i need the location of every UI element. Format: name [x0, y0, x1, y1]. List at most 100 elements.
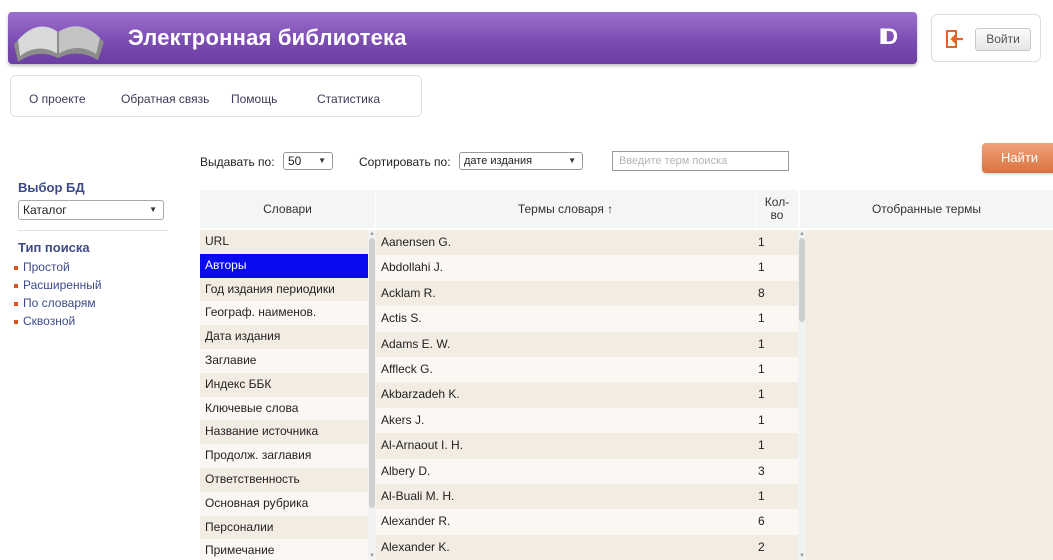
term-name: Akers J.	[381, 412, 425, 427]
sidebar-divider	[18, 230, 168, 231]
term-name: Al-Arnaout I. H.	[381, 438, 464, 453]
header-banner: Электронная библиотека ID	[8, 12, 917, 64]
header-selected-terms: Отобранные термы	[800, 190, 1053, 228]
term-row[interactable]: Alexander R. 6	[376, 509, 798, 535]
scroll-up-icon[interactable]: ▲	[369, 231, 375, 237]
sort-value: дате издания	[464, 155, 533, 167]
term-count: 1	[758, 311, 765, 326]
dictionary-item[interactable]: Основная рубрика	[200, 491, 372, 516]
term-count: 6	[758, 514, 765, 529]
term-row[interactable]: Actis S. 1	[376, 306, 798, 332]
term-count: 2	[758, 539, 765, 554]
scroll-down-icon[interactable]: ▼	[799, 553, 805, 559]
db-select-value: Каталог	[23, 203, 67, 217]
term-row[interactable]: Adams E. W. 1	[376, 331, 798, 357]
bullet-icon	[14, 283, 18, 288]
per-page-select[interactable]: 50 ▼	[283, 152, 333, 170]
brand-logo-icon[interactable]: ID	[879, 24, 898, 50]
dictionary-item[interactable]: Название источника	[200, 420, 372, 445]
nav-item-about[interactable]: О проекте	[29, 92, 86, 106]
per-page-label: Выдавать по:	[200, 155, 275, 169]
term-row[interactable]: Acklam R. 8	[376, 280, 798, 307]
term-row[interactable]: Aanensen G. 1	[376, 230, 798, 256]
scroll-thumb[interactable]	[799, 238, 805, 322]
search-type-simple[interactable]: Простой	[14, 260, 70, 274]
term-count: 1	[758, 387, 765, 402]
login-panel: Войти	[931, 14, 1041, 62]
db-heading: Выбор БД	[18, 180, 85, 195]
nav-item-feedback[interactable]: Обратная связь	[121, 92, 209, 106]
term-count: 1	[758, 488, 765, 503]
header-terms[interactable]: Термы словаря ↑	[376, 190, 755, 228]
dictionary-scrollbar[interactable]: ▲ ▼	[368, 230, 376, 560]
term-row[interactable]: Akbarzadeh K. 1	[376, 382, 798, 408]
bullet-icon	[14, 301, 18, 306]
top-nav: О проекте Обратная связь Помощь Статисти…	[10, 75, 422, 117]
search-input[interactable]: Введите терм поиска	[612, 151, 789, 171]
term-name: Acklam R.	[381, 285, 436, 300]
chevron-down-icon: ▼	[568, 156, 576, 165]
term-row[interactable]: Abdollahi J. 1	[376, 255, 798, 281]
term-count: 1	[758, 336, 765, 351]
dictionary-item[interactable]: Авторы	[200, 253, 372, 278]
dictionary-item[interactable]: Индекс ББК	[200, 372, 372, 397]
term-row[interactable]: Al-Buali M. H. 1	[376, 483, 798, 510]
page: Электронная библиотека ID Войти О проект…	[0, 0, 1053, 560]
selected-terms-area[interactable]	[806, 230, 1053, 560]
term-row[interactable]: Akers J. 1	[376, 407, 798, 434]
search-type-label: Простой	[23, 260, 70, 274]
scroll-up-icon[interactable]: ▲	[799, 231, 805, 237]
term-count: 1	[758, 235, 765, 249]
nav-item-statistics[interactable]: Статистика	[317, 92, 380, 106]
dictionary-item[interactable]: Заглавие	[200, 348, 372, 373]
term-list: Aanensen G. 1 Abdollahi J. 1 Acklam R. 8 Actis…	[376, 230, 798, 560]
term-name: Aanensen G.	[381, 235, 452, 249]
dictionary-item[interactable]: Год издания периодики	[200, 277, 372, 302]
term-count: 3	[758, 463, 765, 478]
term-name: Al-Buali M. H.	[381, 488, 455, 503]
term-scrollbar[interactable]: ▲ ▼	[798, 230, 806, 560]
search-type-heading: Тип поиска	[18, 240, 90, 255]
login-button[interactable]: Войти	[975, 28, 1031, 51]
term-name: Abdollahi J.	[381, 260, 444, 275]
term-name: Alexander R.	[381, 514, 451, 529]
term-name: Affleck G.	[381, 361, 433, 376]
term-name: Alexander K.	[381, 539, 450, 554]
dictionary-item[interactable]: Продолж. заглавия	[200, 444, 372, 468]
dictionary-list: URL Авторы Год издания периодики Географ. н…	[200, 230, 372, 560]
scroll-thumb[interactable]	[369, 238, 375, 508]
dictionary-item[interactable]: Персоналии	[200, 515, 372, 540]
sort-select[interactable]: дате издания ▼	[459, 152, 583, 170]
term-row[interactable]: Affleck G. 1	[376, 356, 798, 383]
term-count: 1	[758, 361, 765, 376]
chevron-down-icon: ▼	[149, 205, 157, 214]
search-type-crosscut[interactable]: Сквозной	[14, 314, 75, 328]
term-count: 1	[758, 260, 765, 275]
login-icon[interactable]	[946, 30, 964, 48]
dictionary-item[interactable]: Географ. наименов.	[200, 301, 372, 326]
find-button[interactable]: Найти	[982, 143, 1053, 173]
search-type-label: Сквозной	[23, 314, 76, 328]
term-name: Actis S.	[381, 311, 422, 326]
term-name: Akbarzadeh K.	[381, 387, 460, 402]
bullet-icon	[14, 319, 18, 324]
dictionary-item[interactable]: Примечание	[200, 539, 372, 560]
dictionary-item[interactable]: Ответственность	[200, 467, 372, 492]
term-row[interactable]: Albery D. 3	[376, 458, 798, 484]
chevron-down-icon: ▼	[318, 156, 326, 165]
scroll-down-icon[interactable]: ▼	[369, 553, 375, 559]
term-row[interactable]: Al-Arnaout I. H. 1	[376, 433, 798, 459]
header-dictionaries: Словари	[200, 190, 375, 228]
dictionary-item[interactable]: Дата издания	[200, 325, 372, 349]
db-select[interactable]: Каталог ▼	[18, 200, 164, 220]
search-type-advanced[interactable]: Расширенный	[14, 278, 102, 292]
search-type-dictionaries[interactable]: По словарям	[14, 296, 96, 310]
search-type-label: По словарям	[23, 296, 96, 310]
term-count: 8	[758, 285, 765, 300]
book-logo-icon[interactable]	[6, 4, 110, 70]
dictionary-item[interactable]: URL	[200, 230, 372, 254]
term-row[interactable]: Alexander K. 2	[376, 534, 798, 560]
search-type-label: Расширенный	[23, 278, 102, 292]
nav-item-help[interactable]: Помощь	[231, 92, 277, 106]
dictionary-item[interactable]: Ключевые слова	[200, 396, 372, 421]
